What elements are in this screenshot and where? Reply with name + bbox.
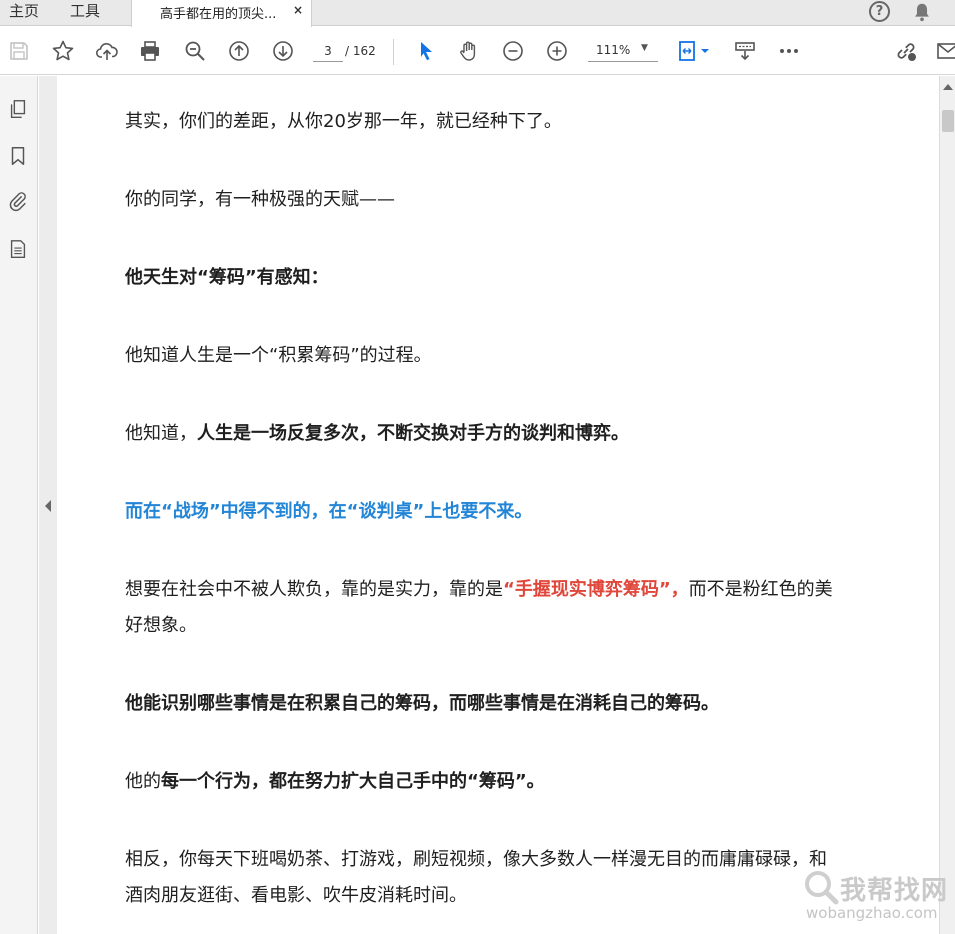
watermark-cn: 我帮找网: [840, 876, 949, 906]
paragraph-5-lead: 他知道，: [125, 423, 197, 444]
tab-bar: 主页 工具 高手都在用的顶尖... × ?: [0, 0, 955, 27]
tab-home[interactable]: 主页: [9, 2, 39, 20]
print-icon[interactable]: [138, 39, 162, 63]
paragraph-9: 他的每一个行为，都在努力扩大自己手中的“筹码”。: [125, 764, 545, 800]
paragraph-3: 他天生对“筹码”有感知：: [125, 267, 329, 288]
collapse-panel-icon[interactable]: [45, 500, 51, 512]
scroll-thumb[interactable]: [942, 110, 954, 132]
document-properties-icon[interactable]: [7, 238, 29, 260]
paragraph-9-lead: 他的: [125, 771, 161, 792]
vertical-scrollbar[interactable]: [939, 76, 955, 934]
paragraph-1: 其实，你们的差距，从你20岁那一年，就已经种下了。: [125, 111, 562, 132]
paragraph-10-line-2: 酒肉朋友逛街、看电影、吹牛皮消耗时间。: [125, 885, 467, 906]
watermark-en: wobangzhao.com: [806, 904, 938, 922]
star-icon[interactable]: [51, 39, 75, 63]
paragraph-7: 想要在社会中不被人欺负，靠的是实力，靠的是“手握现实博弈筹码”，而不是粉红色的美: [125, 572, 833, 608]
paragraph-8: 他能识别哪些事情是在积累自己的筹码，而哪些事情是在消耗自己的筹码。: [125, 693, 719, 714]
paragraph-4: 他知道人生是一个“积累筹码”的过程。: [125, 345, 432, 366]
zoom-out-magnifier-icon[interactable]: [183, 39, 207, 63]
email-icon[interactable]: [936, 39, 955, 63]
zoom-minus-icon[interactable]: [501, 39, 525, 63]
tab-tools[interactable]: 工具: [70, 2, 100, 20]
paragraph-7-line-2: 好想象。: [125, 615, 197, 636]
help-icon[interactable]: ?: [869, 1, 890, 22]
more-icon[interactable]: [777, 39, 801, 63]
paragraph-10: 相反，你每天下班喝奶茶、打游戏，刷短视频，像大多数人一样漫无目的而庸庸碌碌，和: [125, 849, 827, 870]
scroll-up-arrow-icon[interactable]: [943, 84, 953, 90]
upload-icon[interactable]: [95, 39, 119, 63]
pages-icon[interactable]: [7, 98, 29, 120]
main-toolbar: / 162 111% ▼: [0, 27, 955, 75]
share-link-icon[interactable]: [894, 39, 918, 63]
paragraph-9-emphasis: 每一个行为，都在努力扩大自己手中的“筹码”。: [161, 771, 545, 792]
bookmark-icon[interactable]: [7, 145, 29, 167]
page-total: / 162: [345, 44, 376, 58]
close-tab-icon[interactable]: ×: [293, 3, 303, 17]
attachment-icon[interactable]: [7, 190, 29, 212]
page-down-icon[interactable]: [271, 39, 295, 63]
bell-icon[interactable]: [911, 1, 933, 23]
read-mode-icon[interactable]: [733, 39, 757, 63]
document-tab-title: 高手都在用的顶尖...: [160, 7, 277, 22]
zoom-value: 111%: [596, 43, 631, 57]
select-cursor-icon[interactable]: [414, 39, 438, 63]
left-navigation-rail: [0, 76, 38, 934]
zoom-dropdown[interactable]: 111% ▼: [588, 40, 658, 62]
page-number-input[interactable]: [313, 40, 343, 62]
save-icon[interactable]: [7, 39, 31, 63]
page-up-icon[interactable]: [227, 39, 251, 63]
document-tab[interactable]: 高手都在用的顶尖... ×: [131, 0, 312, 27]
toolbar-divider: [393, 39, 394, 65]
paragraph-5-emphasis: 人生是一场反复多次，不断交换对手方的谈判和博弈。: [197, 423, 629, 444]
paragraph-7-tail: 而不是粉红色的美: [688, 579, 833, 600]
watermark: 我帮找网 wobangzhao.com: [800, 866, 952, 930]
zoom-plus-icon[interactable]: [545, 39, 569, 63]
paragraph-5: 他知道，人生是一场反复多次，不断交换对手方的谈判和博弈。: [125, 416, 629, 452]
paragraph-7-emphasis: “手握现实博弈筹码”，: [503, 579, 689, 600]
hand-icon[interactable]: [457, 39, 481, 63]
chevron-down-icon: ▼: [641, 43, 648, 53]
paragraph-7-lead: 想要在社会中不被人欺负，靠的是实力，靠的是: [125, 579, 503, 600]
magnifier-watermark-icon: [805, 871, 839, 905]
paragraph-2: 你的同学，有一种极强的天赋——: [125, 189, 395, 210]
fit-page-icon[interactable]: [677, 39, 713, 63]
document-page: 其实，你们的差距，从你20岁那一年，就已经种下了。 你的同学，有一种极强的天赋—…: [57, 76, 939, 934]
paragraph-6-highlight: 而在“战场”中得不到的，在“谈判桌”上也要不来。: [125, 501, 533, 522]
